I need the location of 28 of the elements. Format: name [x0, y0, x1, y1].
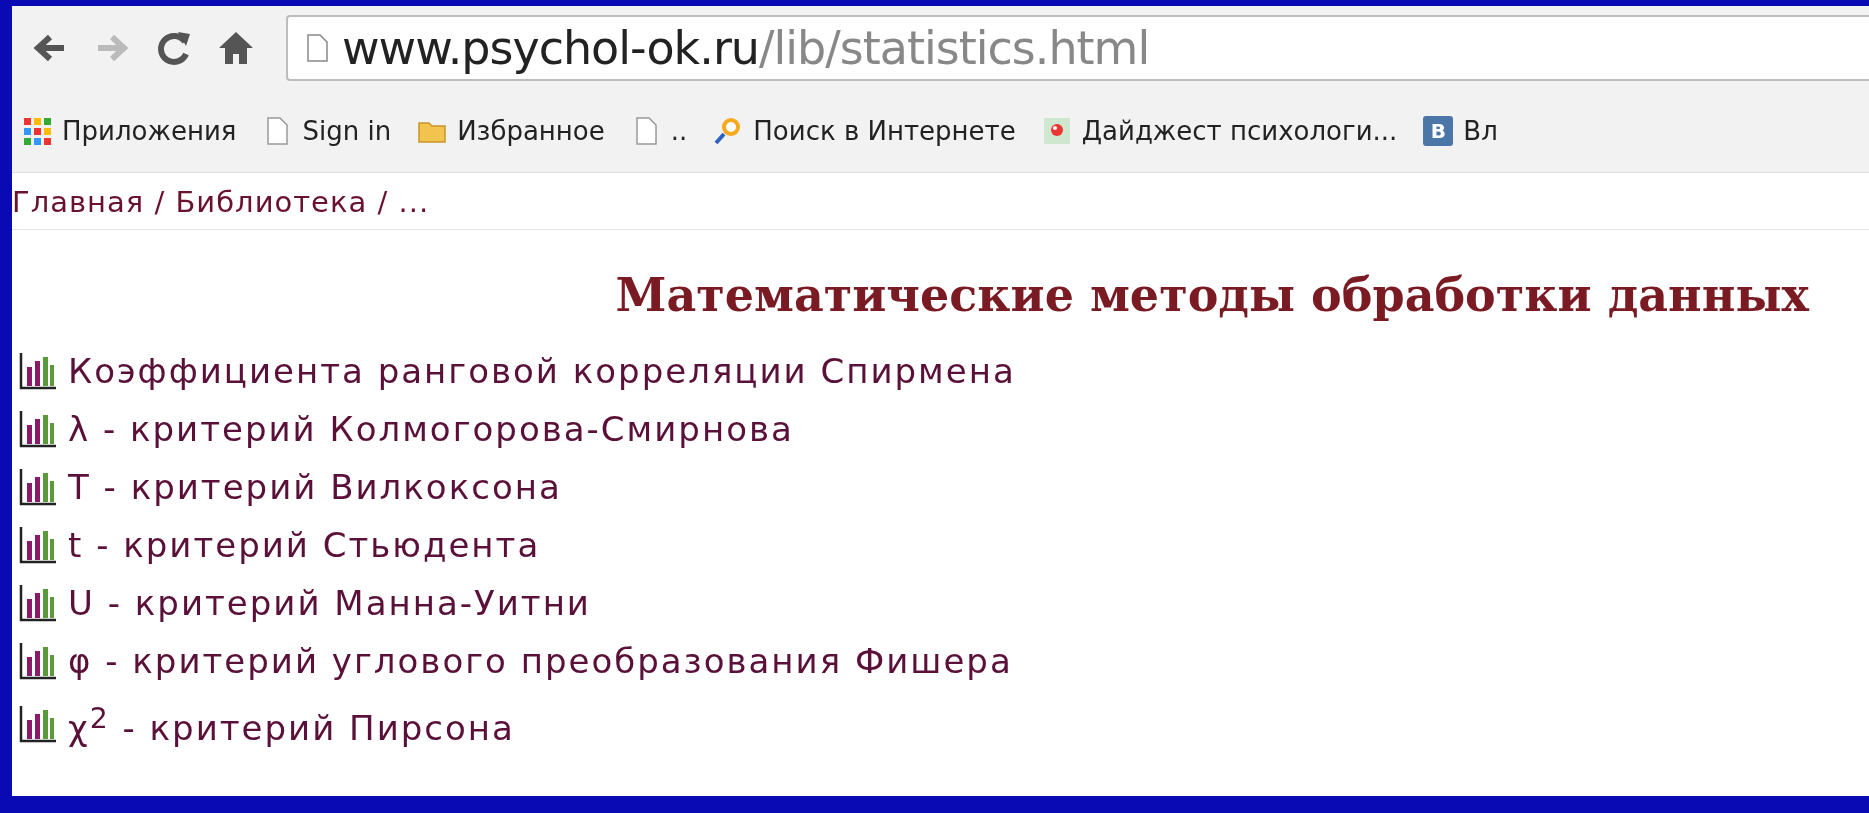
bar-chart-icon — [18, 409, 58, 449]
page-heading: Математические методы обработки данных — [614, 268, 1811, 322]
bookmark-item[interactable]: Sign in — [262, 116, 392, 146]
bookmark-item[interactable]: Приложения — [22, 116, 237, 146]
bar-chart-icon — [18, 525, 58, 565]
list-link[interactable]: Коэффициента ранговой корреляции Спирмена — [68, 348, 1016, 394]
list-link[interactable]: t - критерий Стьюдента — [68, 522, 541, 568]
bookmark-item[interactable]: Поиск в Интернете — [713, 116, 1016, 146]
bar-chart-icon — [18, 703, 58, 744]
breadcrumb: Главная / Библиотека / ... — [12, 185, 430, 219]
letter-logo-icon: В — [1423, 116, 1454, 146]
bar-chart-icon — [18, 641, 58, 681]
apps-grid-icon — [22, 116, 52, 146]
bar-chart-icon — [18, 583, 58, 623]
list-link[interactable]: T - критерий Вилкоксона — [68, 464, 562, 510]
list-link[interactable]: φ - критерий углового преобразования Фишера — [68, 638, 1013, 684]
picture-icon — [1041, 116, 1072, 146]
list-link[interactable]: U - критерий Манна-Уитни — [68, 580, 591, 626]
bookmark-item[interactable]: Избранное — [417, 116, 605, 146]
address-bar[interactable]: www.psychol-ok.ru/lib/statistics.html — [286, 15, 1869, 81]
list-link[interactable]: χ$^{2}$ - критерий Пирсона — [68, 696, 515, 752]
url-text: www.psychol-ok.ru/lib/statistics.html — [342, 21, 1150, 75]
bar-chart-icon — [18, 351, 58, 391]
bookmark-item[interactable]: Дайджест психологи... — [1041, 116, 1398, 146]
list-link[interactable]: λ - критерий Колмогорова-Смирнова — [68, 406, 794, 452]
bar-chart-icon — [18, 467, 58, 507]
bookmark-item[interactable]: В Вл — [1423, 116, 1498, 146]
bookmark-item[interactable]: .. — [630, 116, 688, 146]
